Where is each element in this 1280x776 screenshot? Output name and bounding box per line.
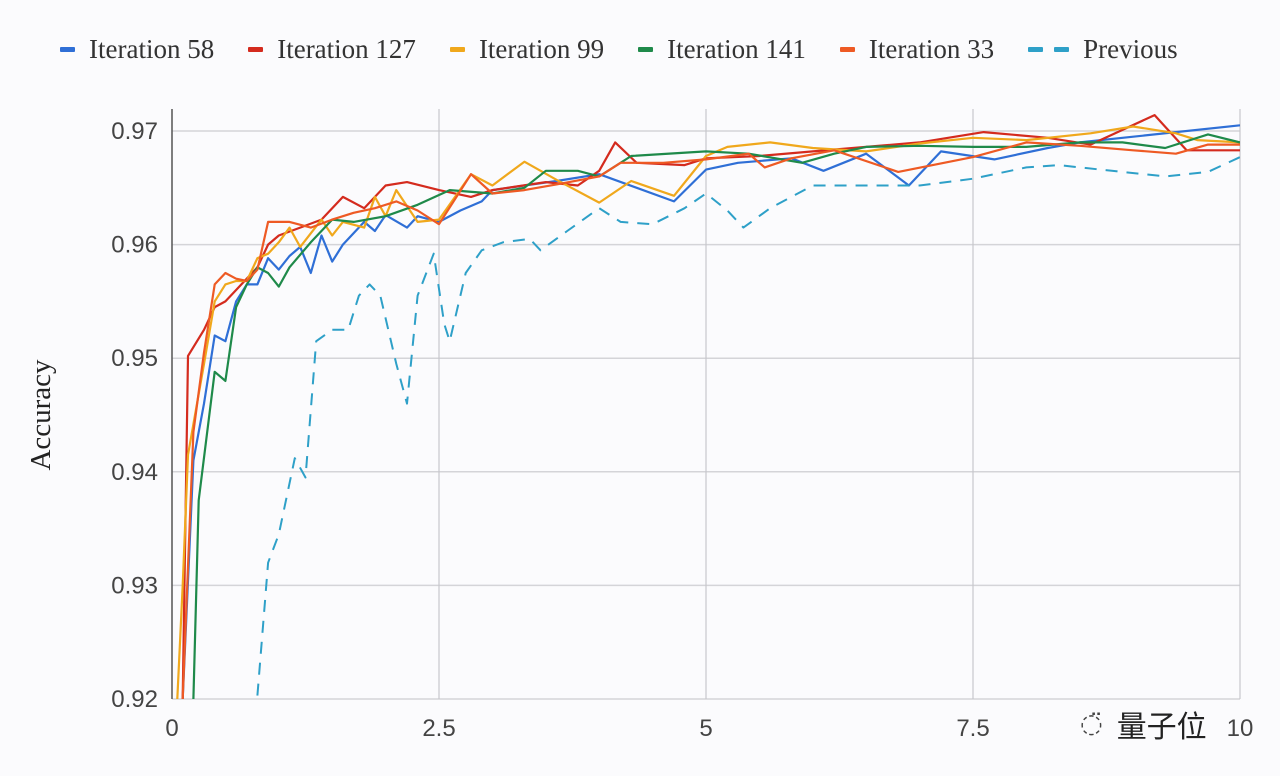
x-tick-label: 2.5 (422, 715, 455, 742)
legend-item: Iteration 58 (60, 34, 214, 65)
legend-label: Iteration 127 (277, 34, 416, 64)
x-tick-label: 5 (699, 715, 712, 742)
legend-swatch (248, 47, 264, 52)
legend-swatch (60, 47, 75, 52)
y-tick-label: 0.93 (111, 572, 158, 599)
watermark: ◌̈ 量子位 (1080, 702, 1211, 746)
series-line-iteration-58 (181, 124, 1240, 699)
legend: Iteration 58 Iteration 127 Iteration 99 Ite… (60, 34, 1212, 65)
y-axis-label: Accuracy (25, 359, 57, 471)
legend-item: Iteration 141 (638, 34, 806, 65)
legend-item: Iteration 99 (449, 34, 605, 65)
legend-label: Iteration 58 (89, 34, 215, 64)
x-tick-label: 10 (1227, 715, 1254, 742)
legend-swatch (839, 47, 855, 52)
legend-label: Iteration 141 (667, 34, 806, 64)
y-tick-label: 0.95 (111, 345, 158, 372)
y-tick-label: 0.96 (111, 232, 158, 259)
wechat-icon: ◌̈ (1080, 709, 1103, 739)
series-line-iteration-99 (176, 125, 1240, 699)
legend-item: Iteration 33 (839, 34, 995, 65)
chart: 0.92 0.93 0.94 0.95 0.96 0.97 0 2.5 5 7.5 10 Accur… (25, 109, 1253, 742)
legend-item: Previous (1028, 34, 1178, 65)
legend-item: Iteration 127 (248, 34, 416, 65)
x-tick-label: 7.5 (956, 715, 989, 742)
watermark-text: 量子位 (1116, 710, 1207, 745)
ticks: 0.92 0.93 0.94 0.95 0.96 0.97 0 2.5 5 7.5 10 (111, 118, 1253, 742)
legend-label: Iteration 33 (868, 34, 995, 64)
legend-label: Iteration 99 (478, 34, 605, 64)
y-tick-label: 0.97 (111, 118, 158, 145)
series-line-iteration-127 (181, 114, 1240, 699)
y-tick-label: 0.92 (111, 686, 158, 713)
legend-swatch (638, 47, 654, 52)
series-group (176, 114, 1240, 699)
series-line-iteration-33 (181, 141, 1240, 699)
legend-label: Previous (1083, 34, 1178, 64)
grid (172, 109, 1241, 700)
series-line-previous (256, 156, 1240, 696)
legend-swatch (1028, 47, 1070, 52)
legend-swatch (449, 47, 465, 52)
x-tick-label: 0 (165, 715, 178, 742)
y-tick-label: 0.94 (111, 459, 158, 486)
series-line-iteration-141 (192, 133, 1240, 699)
